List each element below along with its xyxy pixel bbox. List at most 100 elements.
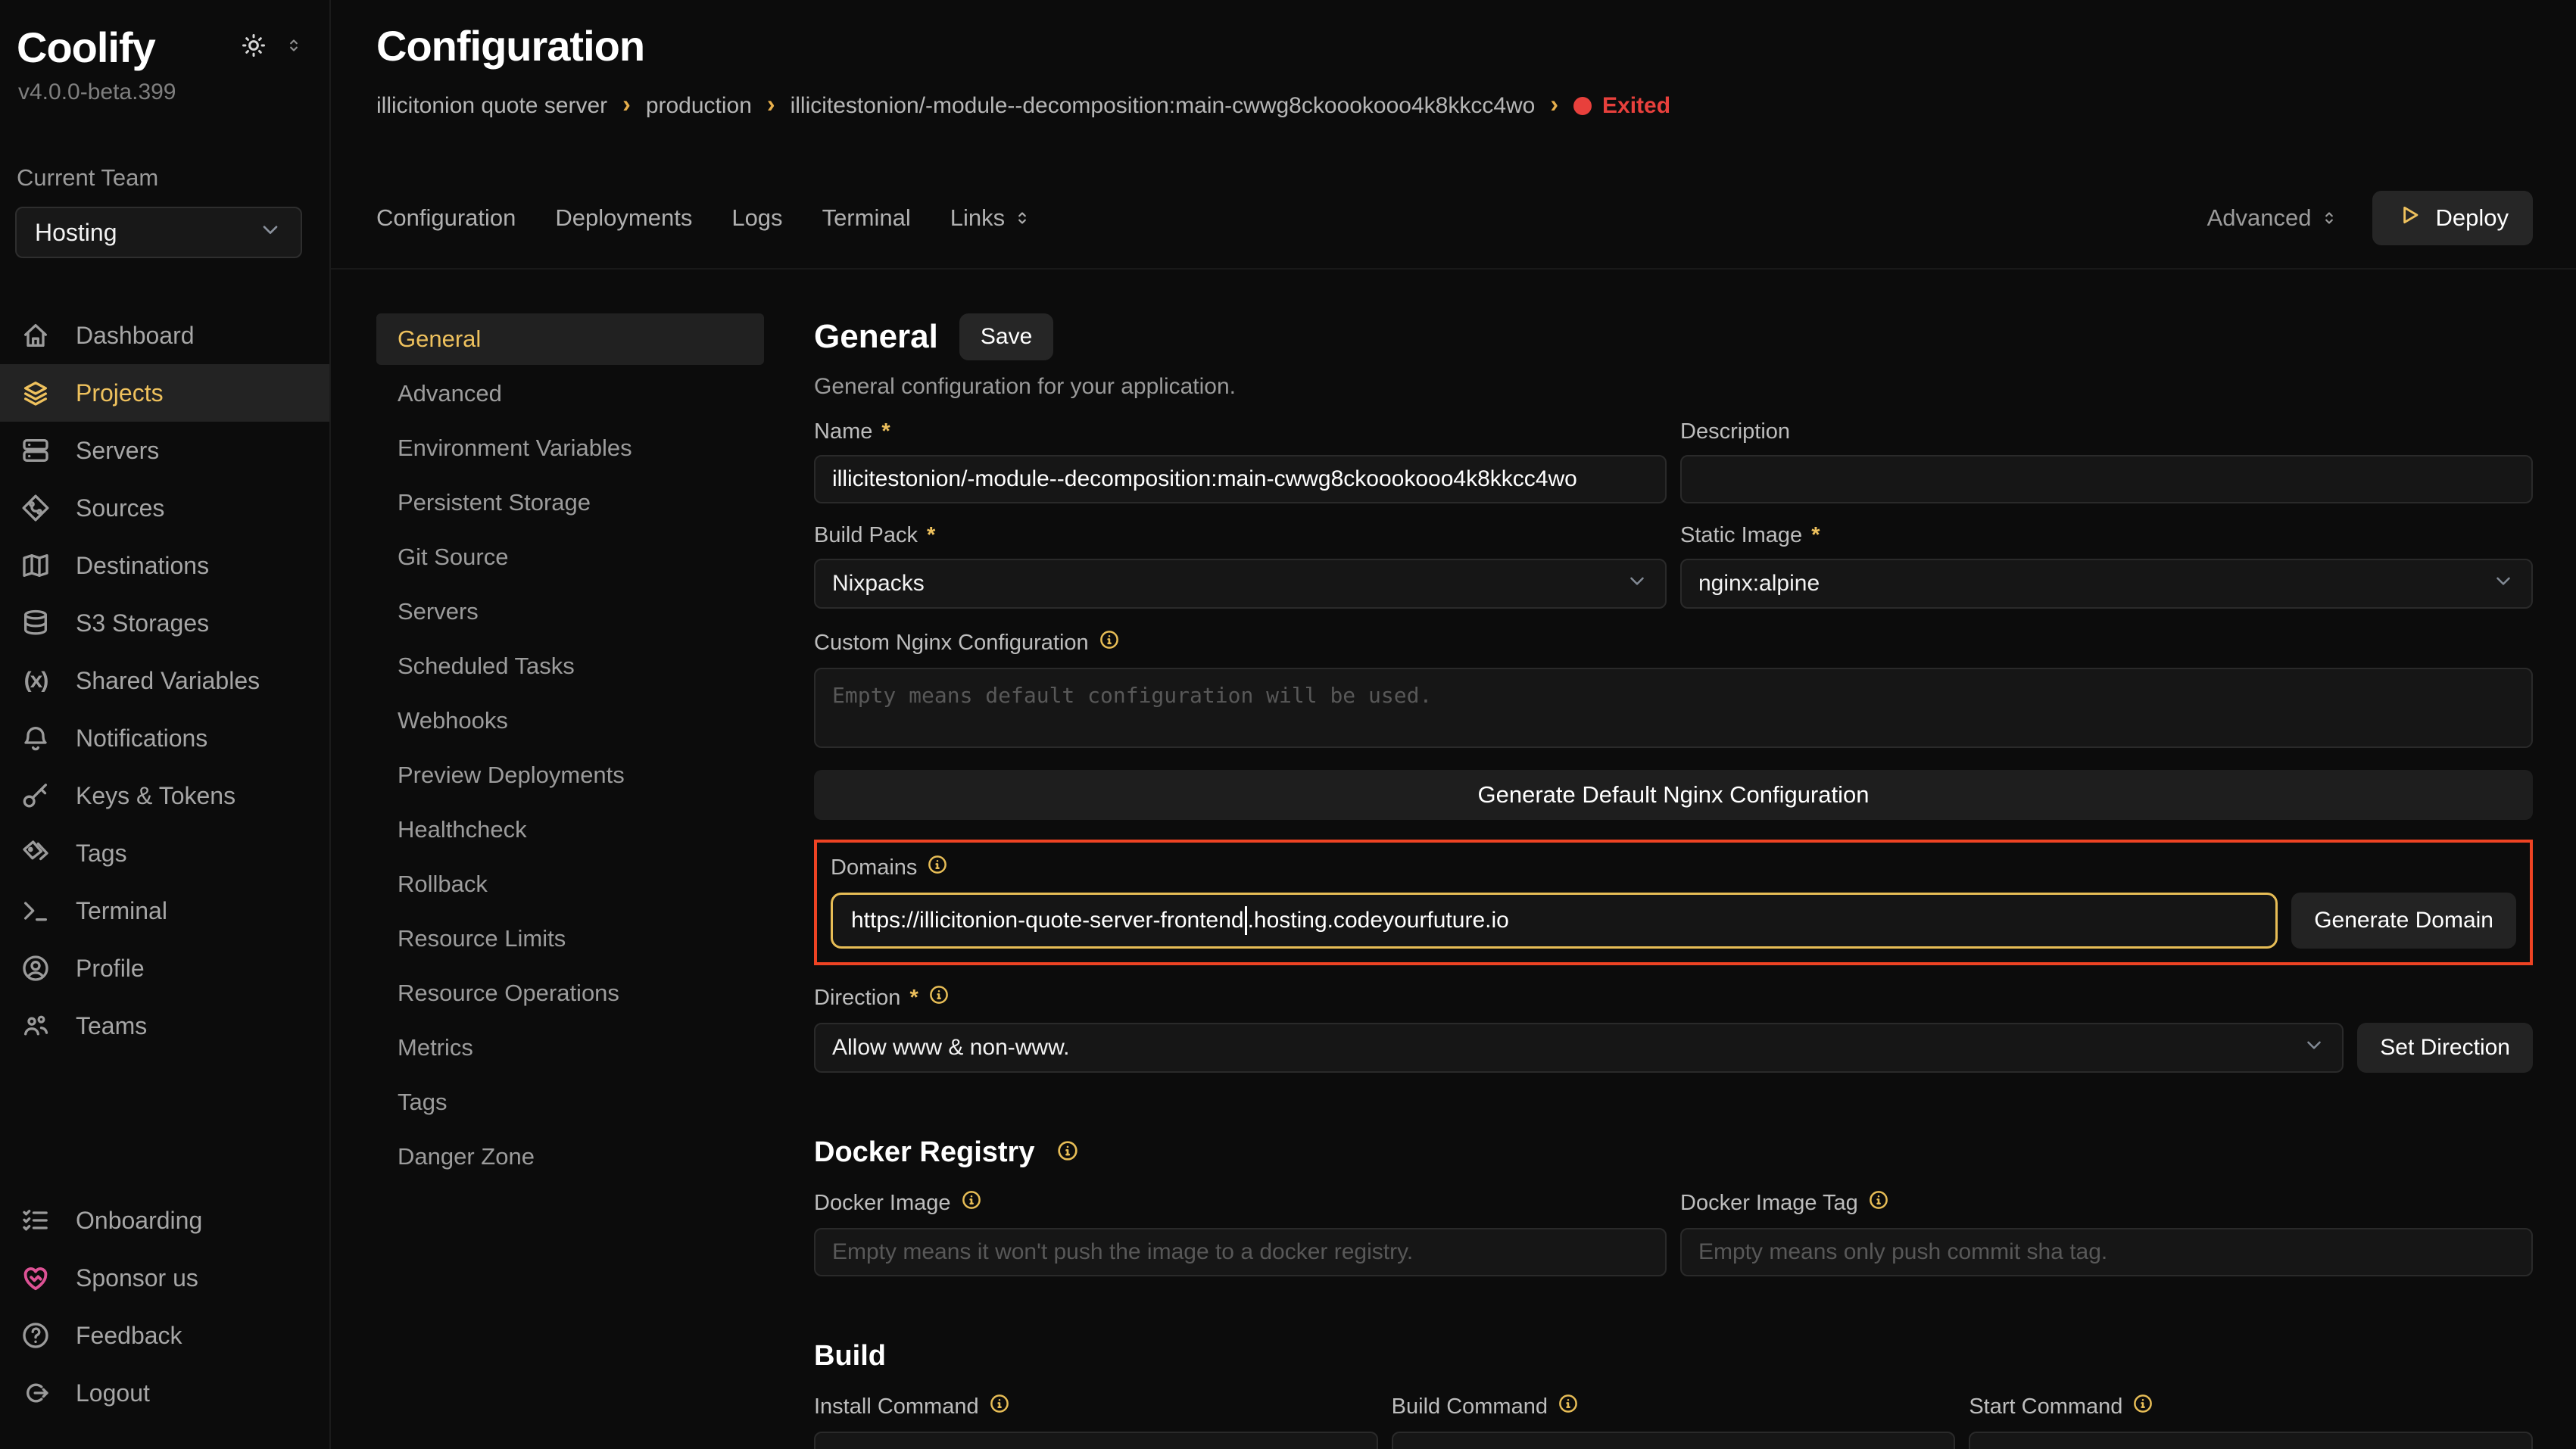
config-nav-resource-operations[interactable]: Resource Operations: [376, 968, 764, 1019]
config-nav-danger-zone[interactable]: Danger Zone: [376, 1131, 764, 1183]
sidebar-item-label: Sponsor us: [76, 1264, 198, 1292]
build-pack-select[interactable]: Nixpacks: [814, 559, 1667, 609]
config-nav-resource-limits[interactable]: Resource Limits: [376, 913, 764, 964]
sidebar-nav: Dashboard Projects Servers Sources Desti…: [0, 307, 329, 1055]
config-nav-rollback[interactable]: Rollback: [376, 858, 764, 910]
text-caret: [1245, 906, 1247, 935]
deploy-button[interactable]: Deploy: [2372, 191, 2534, 245]
breadcrumb: illicitonion quote server › production ›…: [376, 92, 2533, 120]
static-image-label: Static Image: [1680, 523, 1802, 548]
sidebar-item-label: Projects: [76, 379, 164, 407]
sidebar-item-label: Dashboard: [76, 322, 195, 350]
sidebar-item-logout[interactable]: Logout: [0, 1364, 329, 1422]
sidebar-item-notifications[interactable]: Notifications: [0, 709, 329, 767]
install-command-input[interactable]: [814, 1432, 1378, 1449]
config-nav-git-source[interactable]: Git Source: [376, 531, 764, 583]
help-circle-icon: [20, 1320, 51, 1351]
docker-image-label: Docker Image: [814, 1191, 951, 1216]
custom-nginx-textarea[interactable]: [814, 668, 2533, 748]
config-nav-persistent-storage[interactable]: Persistent Storage: [376, 477, 764, 528]
breadcrumb-environment[interactable]: production: [646, 93, 752, 119]
config-nav-scheduled-tasks[interactable]: Scheduled Tasks: [376, 640, 764, 692]
sidebar-item-label: Notifications: [76, 724, 207, 753]
sidebar-item-sponsor[interactable]: Sponsor us: [0, 1249, 329, 1307]
theme-select-chevrons-icon[interactable]: [284, 36, 304, 59]
config-nav-webhooks[interactable]: Webhooks: [376, 695, 764, 746]
breadcrumb-project[interactable]: illicitonion quote server: [376, 93, 607, 119]
static-image-select[interactable]: nginx:alpine: [1680, 559, 2533, 609]
app-version: v4.0.0-beta.399: [0, 79, 329, 105]
generate-nginx-button[interactable]: Generate Default Nginx Configuration: [814, 770, 2533, 820]
sidebar-item-label: Sources: [76, 494, 164, 522]
chevrons-up-down-icon: [2319, 208, 2339, 228]
name-input[interactable]: [814, 455, 1667, 503]
config-nav-healthcheck[interactable]: Healthcheck: [376, 804, 764, 855]
main: Configuration illicitonion quote server …: [331, 0, 2576, 1449]
config-nav-servers[interactable]: Servers: [376, 586, 764, 637]
tab-configuration[interactable]: Configuration: [376, 204, 516, 232]
static-image-value: nginx:alpine: [1698, 571, 1820, 597]
sidebar-item-label: Servers: [76, 437, 159, 465]
config-nav-environment-variables[interactable]: Environment Variables: [376, 422, 764, 474]
theme-toggle-sun-icon[interactable]: [240, 32, 267, 63]
current-team-label: Current Team: [0, 164, 329, 192]
config-nav-metrics[interactable]: Metrics: [376, 1022, 764, 1074]
tab-links[interactable]: Links: [950, 204, 1032, 232]
info-icon: [960, 1189, 983, 1217]
generate-domain-button[interactable]: Generate Domain: [2291, 893, 2516, 949]
config-nav-preview-deployments[interactable]: Preview Deployments: [376, 749, 764, 801]
team-select[interactable]: Hosting: [15, 207, 302, 258]
info-icon: [1867, 1189, 1890, 1217]
start-command-label: Start Command: [1969, 1394, 2122, 1419]
heart-hands-icon: [20, 1262, 51, 1294]
sidebar-item-terminal[interactable]: Terminal: [0, 882, 329, 940]
config-nav-general[interactable]: General: [376, 313, 764, 365]
checklist-icon: [20, 1204, 51, 1236]
description-input[interactable]: [1680, 455, 2533, 503]
set-direction-button[interactable]: Set Direction: [2357, 1023, 2533, 1073]
bell-icon: [20, 722, 51, 754]
info-icon: [928, 983, 950, 1012]
config-nav-tags[interactable]: Tags: [376, 1077, 764, 1128]
sidebar-item-feedback[interactable]: Feedback: [0, 1307, 329, 1364]
team-select-value: Hosting: [35, 219, 117, 247]
sidebar-item-dashboard[interactable]: Dashboard: [0, 307, 329, 364]
tags-icon: [20, 837, 51, 869]
tab-terminal[interactable]: Terminal: [822, 204, 911, 232]
save-button[interactable]: Save: [959, 313, 1053, 360]
sidebar-item-sources[interactable]: Sources: [0, 479, 329, 537]
sidebar-item-tags[interactable]: Tags: [0, 824, 329, 882]
breadcrumb-application[interactable]: illicitestonion/-module--decomposition:m…: [791, 93, 1536, 119]
sidebar-item-keys-tokens[interactable]: Keys & Tokens: [0, 767, 329, 824]
build-command-label: Build Command: [1392, 1394, 1548, 1419]
direction-select[interactable]: Allow www & non-www.: [814, 1023, 2344, 1073]
tab-logs[interactable]: Logs: [731, 204, 782, 232]
sidebar-item-shared-variables[interactable]: (x) Shared Variables: [0, 652, 329, 709]
sidebar-item-profile[interactable]: Profile: [0, 940, 329, 997]
sidebar-item-projects[interactable]: Projects: [0, 364, 329, 422]
home-icon: [20, 319, 51, 351]
config-nav-advanced[interactable]: Advanced: [376, 368, 764, 419]
required-marker: *: [1811, 523, 1820, 548]
info-icon: [926, 853, 949, 882]
docker-image-input[interactable]: [814, 1228, 1667, 1276]
database-icon: [20, 607, 51, 639]
advanced-selector[interactable]: Advanced: [2207, 204, 2339, 232]
domains-input[interactable]: https://illicitonion-quote-server-fronte…: [831, 893, 2278, 949]
sidebar-item-onboarding[interactable]: Onboarding: [0, 1192, 329, 1249]
sidebar-item-destinations[interactable]: Destinations: [0, 537, 329, 594]
tab-deployments[interactable]: Deployments: [555, 204, 692, 232]
sidebar-item-s3-storages[interactable]: S3 Storages: [0, 594, 329, 652]
build-command-input[interactable]: [1392, 1432, 1956, 1449]
name-label: Name: [814, 419, 872, 444]
start-command-input[interactable]: [1969, 1432, 2533, 1449]
custom-nginx-label: Custom Nginx Configuration: [814, 631, 1089, 656]
docker-image-tag-input[interactable]: [1680, 1228, 2533, 1276]
tab-links-label: Links: [950, 204, 1005, 232]
sidebar-item-label: Shared Variables: [76, 667, 260, 695]
direction-value: Allow www & non-www.: [832, 1035, 1069, 1061]
sidebar-item-servers[interactable]: Servers: [0, 422, 329, 479]
sidebar-item-teams[interactable]: Teams: [0, 997, 329, 1055]
info-icon: [2132, 1392, 2154, 1421]
build-pack-value: Nixpacks: [832, 571, 925, 597]
